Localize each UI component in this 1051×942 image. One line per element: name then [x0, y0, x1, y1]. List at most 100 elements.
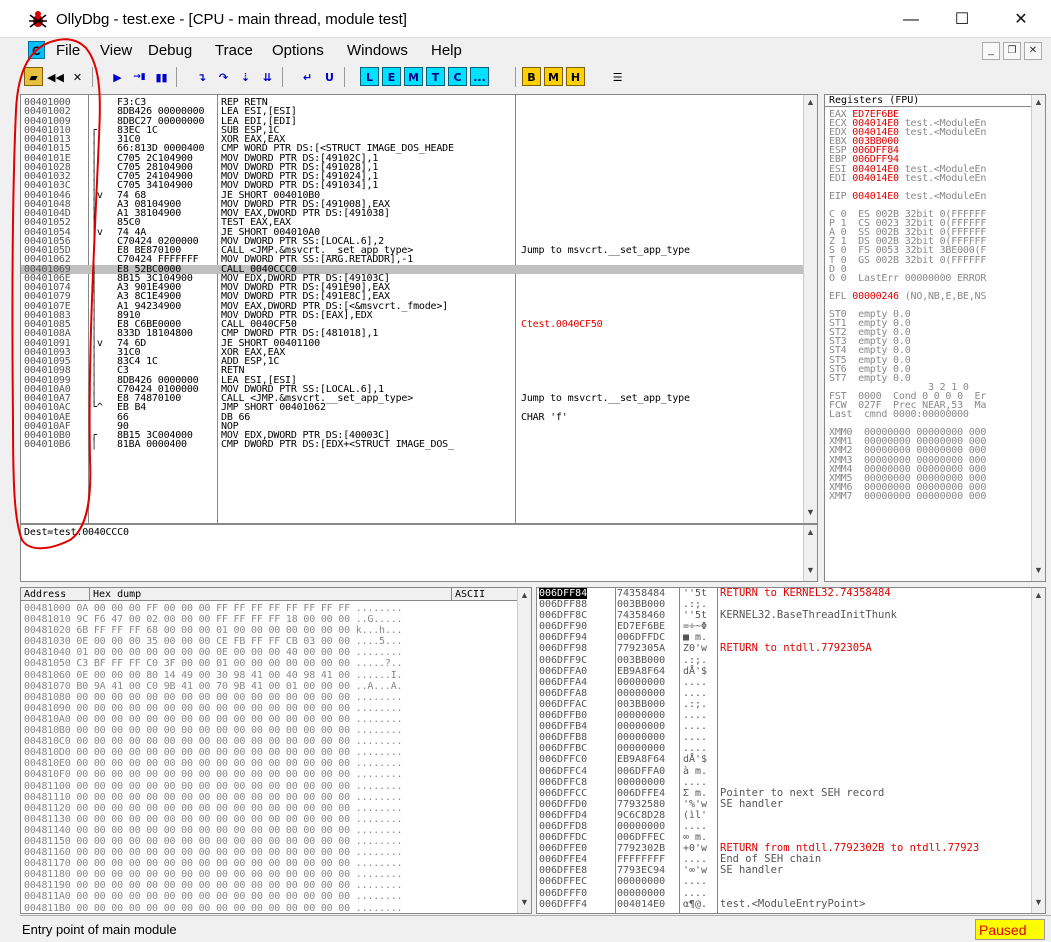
- dump-row[interactable]: 00481190 00 00 00 00 00 00 00 00 00 00 0…: [24, 880, 403, 891]
- stack-row[interactable]: 006DFFBC 00000000....: [537, 743, 1027, 754]
- dump-row[interactable]: 00481040 01 00 00 00 00 00 00 00 0E 00 0…: [24, 647, 403, 658]
- close-button[interactable]: ✕: [1007, 8, 1035, 32]
- scroll-up-icon[interactable]: ▲: [1032, 97, 1045, 111]
- dump-header-hex[interactable]: Hex dump: [89, 588, 141, 601]
- registers-scrollbar[interactable]: ▲ ▼: [1031, 95, 1045, 581]
- register-row[interactable]: Last cmnd 0000:00000000: [829, 410, 986, 420]
- stack-row[interactable]: 006DFFB8 00000000....: [537, 732, 1027, 743]
- dump-row[interactable]: 00481150 00 00 00 00 00 00 00 00 00 00 0…: [24, 836, 403, 847]
- registers-header[interactable]: Registers (FPU): [825, 95, 1031, 107]
- dump-row[interactable]: 00481100 00 00 00 00 00 00 00 00 00 00 0…: [24, 781, 403, 792]
- stack-row[interactable]: 006DFFEC 00000000....: [537, 876, 1027, 887]
- stack-row[interactable]: 006DFF84 74358484 ''5t RETURN to KERNEL32.7…: [537, 588, 1027, 599]
- run-icon[interactable]: ▶: [108, 67, 127, 86]
- dump-row[interactable]: 004810F0 00 00 00 00 00 00 00 00 00 00 0…: [24, 769, 403, 780]
- dump-row[interactable]: 00481160 00 00 00 00 00 00 00 00 00 00 0…: [24, 847, 403, 858]
- memory-breakpoints-button[interactable]: M: [544, 67, 563, 86]
- menu-options[interactable]: Options: [272, 42, 324, 59]
- mdi-close-button[interactable]: ✕: [1024, 42, 1042, 60]
- dump-row[interactable]: 00481170 00 00 00 00 00 00 00 00 00 00 0…: [24, 858, 403, 869]
- dump-header-ascii[interactable]: ASCII: [451, 588, 485, 601]
- disassembly-pane[interactable]: 00401000 F3:C3 REP RETN 00401002 8DB426 0000…: [20, 94, 818, 524]
- disassembly-row[interactable]: 004010AC └^ EB B4 JMP SHORT 00401062: [21, 403, 805, 413]
- dump-row[interactable]: 00481090 00 00 00 00 00 00 00 00 00 00 0…: [24, 703, 403, 714]
- disassembly-row[interactable]: 004010B6 │ 81BA 0000400 CMP DWORD PTR DS:[E…: [21, 440, 805, 450]
- pause-icon[interactable]: ▮▮: [152, 67, 171, 86]
- disassembly-row[interactable]: 00401095 │ 83C4 1C ADD ESP,1C: [21, 356, 805, 366]
- trace-over-icon[interactable]: ⇊: [258, 67, 277, 86]
- stack-row[interactable]: 006DFF8C 74358460 ''5t KERNEL32.BaseThreadI…: [537, 610, 1027, 622]
- menu-file[interactable]: File: [56, 42, 80, 59]
- stack-row[interactable]: 006DFFA8 00000000....: [537, 688, 1027, 699]
- log-window-button[interactable]: L: [360, 67, 379, 86]
- stack-row[interactable]: 006DFFD0 77932580 '%'w SE handler: [537, 798, 1027, 810]
- step-into-icon[interactable]: ↴: [192, 67, 211, 86]
- list-icon[interactable]: ☰: [608, 67, 627, 86]
- dump-row[interactable]: 00481020 6B FF FF FF 68 00 00 00 01 00 0…: [24, 625, 403, 636]
- dump-row[interactable]: 00481050 C3 BF FF FF C0 3F 00 00 01 00 0…: [24, 658, 403, 669]
- dump-row[interactable]: 004810E0 00 00 00 00 00 00 00 00 00 00 0…: [24, 758, 403, 769]
- dump-row[interactable]: 00481130 00 00 00 00 00 00 00 00 00 00 0…: [24, 814, 403, 825]
- more-windows-button[interactable]: ...: [470, 67, 489, 86]
- stack-row[interactable]: 006DFF98 7792305A Z0'w RETURN to ntdll.7792…: [537, 643, 1027, 655]
- threads-button[interactable]: T: [426, 67, 445, 86]
- stack-scrollbar[interactable]: ▲ ▼: [1031, 588, 1045, 913]
- register-row[interactable]: O 0 LastErr 00000000 ERROR: [829, 273, 986, 283]
- info-scrollbar[interactable]: ▲ ▼: [803, 525, 817, 581]
- dump-row[interactable]: 00481140 00 00 00 00 00 00 00 00 00 00 0…: [24, 825, 403, 836]
- stack-row[interactable]: 006DFF90 ED7EF6BE =÷~Φ: [537, 621, 1027, 632]
- register-row[interactable]: EDI 004014E0 test.<ModuleEn: [829, 173, 986, 183]
- stack-row[interactable]: 006DFFC4 006DFFA0 à m.: [537, 766, 1027, 777]
- dump-row[interactable]: 004810C0 00 00 00 00 00 00 00 00 00 00 0…: [24, 736, 403, 747]
- stack-row[interactable]: 006DFF9C 003BB000.:;.: [537, 655, 1027, 666]
- dump-scrollbar[interactable]: ▲ ▼: [517, 588, 531, 913]
- register-row[interactable]: XMM7 00000000 00000000 000: [829, 491, 986, 501]
- minimize-button[interactable]: —: [897, 8, 925, 32]
- dump-row[interactable]: 00481060 0E 00 00 00 80 14 49 00 30 98 4…: [24, 670, 403, 681]
- menu-windows[interactable]: Windows: [347, 42, 408, 59]
- stack-row[interactable]: 006DFFF0 00000000....: [537, 888, 1027, 899]
- register-row[interactable]: EIP 004014E0 test.<ModuleEn: [829, 191, 986, 201]
- dump-row[interactable]: 00481110 00 00 00 00 00 00 00 00 00 00 0…: [24, 792, 403, 803]
- dump-header-address[interactable]: Address: [24, 588, 66, 601]
- dump-row[interactable]: 00481030 0E 00 00 00 35 00 00 00 CE FB F…: [24, 636, 403, 647]
- disassembly-scrollbar[interactable]: ▲ ▼: [803, 95, 817, 523]
- scroll-down-icon[interactable]: ▼: [518, 897, 531, 911]
- stack-row[interactable]: 006DFFA4 00000000....: [537, 677, 1027, 688]
- dump-row[interactable]: 004811A0 00 00 00 00 00 00 00 00 00 00 0…: [24, 891, 403, 902]
- dump-row[interactable]: 004810D0 00 00 00 00 00 00 00 00 00 00 0…: [24, 747, 403, 758]
- stack-row[interactable]: 006DFFD8 00000000....: [537, 821, 1027, 832]
- dump-row[interactable]: 00481000 0A 00 00 00 FF 00 00 00 FF FF F…: [24, 603, 403, 614]
- info-pane[interactable]: Dest=test.0040CCC0 ▲ ▼: [20, 524, 818, 582]
- stack-row[interactable]: 006DFFB4 00000000....: [537, 721, 1027, 732]
- stack-row[interactable]: 006DFFF4 004014E0 α¶@. test.<ModuleEntryPoi…: [537, 898, 1027, 910]
- dump-row[interactable]: 00481070 B0 9A 41 00 C0 9B 41 00 70 9B 4…: [24, 681, 403, 692]
- maximize-button[interactable]: ☐: [948, 8, 976, 32]
- register-row[interactable]: EFL 00000246 (NO,NB,E,BE,NS: [829, 291, 986, 301]
- dump-row[interactable]: 00481010 9C F6 47 00 02 00 00 00 FF FF F…: [24, 614, 403, 625]
- disassembly-row[interactable]: 004010AE 66 DB 66 CHAR 'f': [21, 412, 805, 422]
- scroll-up-icon[interactable]: ▲: [518, 590, 531, 604]
- scroll-up-icon[interactable]: ▲: [804, 97, 817, 111]
- cpu-button[interactable]: C: [448, 67, 467, 86]
- dump-row[interactable]: 004810B0 00 00 00 00 00 00 00 00 00 00 0…: [24, 725, 403, 736]
- memory-map-button[interactable]: M: [404, 67, 423, 86]
- execute-till-return-icon[interactable]: ↵: [298, 67, 317, 86]
- dump-row[interactable]: 00481080 00 00 00 00 00 00 00 00 00 00 0…: [24, 692, 403, 703]
- dump-row[interactable]: 004810A0 00 00 00 00 00 00 00 00 00 00 0…: [24, 714, 403, 725]
- stack-row[interactable]: 006DFFA0 EB9A8F64 dÅ'$: [537, 666, 1027, 677]
- stack-row[interactable]: 006DFFAC 003BB000.:;.: [537, 699, 1027, 710]
- scroll-down-icon[interactable]: ▼: [804, 565, 817, 579]
- menu-trace[interactable]: Trace: [215, 42, 253, 59]
- registers-pane[interactable]: Registers (FPU) EAX ED7EF6BE ECX 004014E…: [824, 94, 1046, 582]
- restart-icon[interactable]: ◀◀: [46, 67, 65, 86]
- run-thread-icon[interactable]: →▮: [130, 67, 149, 86]
- hardware-breakpoints-button[interactable]: H: [566, 67, 585, 86]
- stack-pane[interactable]: 006DFF84 74358484 ''5t RETURN to KERNEL32.7…: [536, 587, 1046, 914]
- stack-row[interactable]: 006DFFD4 9C6C8D28 (ìl': [537, 810, 1027, 821]
- menu-help[interactable]: Help: [431, 42, 462, 59]
- dump-row[interactable]: 00481180 00 00 00 00 00 00 00 00 00 00 0…: [24, 869, 403, 880]
- trace-into-icon[interactable]: ⇣: [236, 67, 255, 86]
- mdi-restore-button[interactable]: ❐: [1003, 42, 1021, 60]
- close-program-icon[interactable]: ✕: [68, 67, 87, 86]
